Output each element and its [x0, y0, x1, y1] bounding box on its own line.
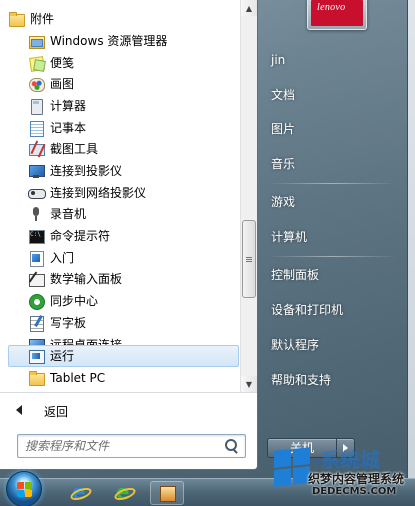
watermark: 系统城 xitongcheng 织梦内容管理系统 DEDECMS.COM: [268, 440, 415, 506]
command-prompt-icon: [28, 228, 45, 244]
taskbar-app[interactable]: [150, 481, 184, 505]
browser-icon: [114, 480, 132, 504]
link-user[interactable]: jin: [271, 49, 285, 71]
program-list-scrollbar[interactable]: ▲ ▼: [240, 0, 257, 392]
user-picture[interactable]: lenovo: [307, 0, 367, 30]
program-label: 同步中心: [50, 294, 99, 308]
taskbar-browser[interactable]: [106, 480, 140, 505]
program-windows-explorer[interactable]: Windows 资源管理器: [0, 30, 239, 52]
wordpad-icon: [28, 315, 44, 332]
app-icon: [160, 486, 176, 502]
program-label: 数学输入面板: [50, 272, 123, 286]
calculator-icon: [28, 98, 44, 115]
program-connect-network-projector[interactable]: 连接到网络投影仪: [0, 182, 239, 204]
taskbar-internet-explorer[interactable]: [62, 480, 96, 505]
user-picture-logo-text: lenovo: [317, 2, 346, 13]
chevron-down-icon: ▼: [245, 379, 253, 389]
link-pictures[interactable]: 图片: [271, 118, 295, 140]
network-projector-icon: [28, 185, 46, 201]
right-pane-separator: [268, 256, 396, 257]
program-label: 入门: [50, 251, 75, 265]
link-computer[interactable]: 计算机: [271, 226, 307, 248]
folder-icon: [28, 370, 45, 386]
sync-center-icon: [28, 293, 45, 310]
program-command-prompt[interactable]: 命令提示符: [0, 225, 239, 247]
program-label: Windows 资源管理器: [50, 34, 168, 48]
program-paint[interactable]: 画图: [0, 73, 239, 95]
program-label: 运行: [50, 349, 75, 363]
folder-tablet-pc[interactable]: Tablet PC: [0, 367, 239, 389]
user-picture-image: lenovo: [311, 0, 363, 26]
program-label: 写字板: [50, 316, 87, 330]
folder-label: 附件: [30, 12, 55, 26]
program-label: 计算器: [50, 99, 87, 113]
link-default-programs[interactable]: 默认程序: [271, 334, 319, 356]
notepad-icon: [28, 120, 44, 137]
folder-label: Tablet PC: [50, 371, 106, 385]
program-notepad[interactable]: 记事本: [0, 117, 239, 139]
program-connect-projector[interactable]: 连接到投影仪: [0, 160, 239, 182]
getting-started-icon: [28, 250, 44, 267]
projector-icon: [28, 163, 45, 179]
start-menu: 附件 Windows 资源管理器 便笺 画图 计算器 记事本 截图工具 连接到投…: [0, 0, 408, 478]
start-menu-right-pane: lenovo jin 文档 图片 音乐 游戏 计算机 控制面板 设备和打印机 默…: [258, 0, 408, 478]
program-list: 附件 Windows 资源管理器 便笺 画图 计算器 记事本 截图工具 连接到投…: [0, 0, 241, 392]
search-input[interactable]: [18, 435, 218, 457]
program-label: 画图: [50, 77, 75, 91]
folder-accessories[interactable]: 附件: [0, 8, 239, 30]
windows-logo-icon: [17, 482, 33, 498]
desktop-edge: [407, 0, 415, 478]
program-math-input-panel[interactable]: 数学输入面板: [0, 268, 239, 290]
program-snipping-tool[interactable]: 截图工具: [0, 138, 239, 160]
link-help-support[interactable]: 帮助和支持: [271, 369, 331, 391]
link-music[interactable]: 音乐: [271, 153, 295, 175]
grip-icon: [246, 257, 252, 262]
snipping-tool-icon: [28, 141, 45, 157]
search-icon[interactable]: [225, 439, 239, 453]
start-menu-left-pane: 附件 Windows 资源管理器 便笺 画图 计算器 记事本 截图工具 连接到投…: [0, 0, 258, 470]
program-label: 命令提示符: [50, 229, 111, 243]
scroll-up-button[interactable]: ▲: [241, 0, 257, 16]
program-sound-recorder[interactable]: 录音机: [0, 203, 239, 225]
paint-icon: [28, 76, 45, 92]
sticky-notes-icon: [28, 55, 44, 71]
watermark-url: DEDECMS.COM: [312, 486, 397, 497]
back-button[interactable]: 返回: [0, 392, 257, 428]
chevron-up-icon: ▲: [245, 3, 253, 13]
scroll-down-button[interactable]: ▼: [241, 376, 257, 392]
link-control-panel[interactable]: 控制面板: [271, 264, 319, 286]
watermark-logo-icon: [274, 447, 312, 488]
program-getting-started[interactable]: 入门: [0, 247, 239, 269]
program-wordpad[interactable]: 写字板: [0, 312, 239, 334]
program-run[interactable]: 运行: [8, 345, 239, 367]
link-documents[interactable]: 文档: [271, 84, 295, 106]
start-button[interactable]: [6, 471, 42, 506]
program-label: 连接到投影仪: [50, 164, 123, 178]
program-label: 记事本: [50, 121, 87, 135]
back-arrow-icon: [16, 405, 22, 415]
scroll-thumb[interactable]: [242, 220, 256, 298]
math-input-icon: [28, 271, 45, 287]
link-games[interactable]: 游戏: [271, 191, 295, 213]
program-calculator[interactable]: 计算器: [0, 95, 239, 117]
program-label: 截图工具: [50, 142, 99, 156]
run-icon: [28, 348, 45, 364]
back-label: 返回: [44, 405, 69, 419]
search-box[interactable]: [17, 434, 246, 458]
program-label: 便笺: [50, 56, 75, 70]
watermark-brand: 织梦内容管理系统: [308, 472, 405, 486]
program-label: 连接到网络投影仪: [50, 186, 147, 200]
microphone-icon: [28, 206, 44, 222]
internet-explorer-icon: [70, 480, 88, 504]
folder-explorer-icon: [28, 33, 45, 49]
link-devices-printers[interactable]: 设备和打印机: [271, 299, 343, 321]
program-sticky-notes[interactable]: 便笺: [0, 52, 239, 74]
program-label: 录音机: [50, 207, 87, 221]
folder-icon: [8, 11, 25, 27]
watermark-small-text: xitongcheng: [308, 458, 371, 469]
right-pane-separator: [268, 183, 396, 184]
program-sync-center[interactable]: 同步中心: [0, 290, 239, 312]
